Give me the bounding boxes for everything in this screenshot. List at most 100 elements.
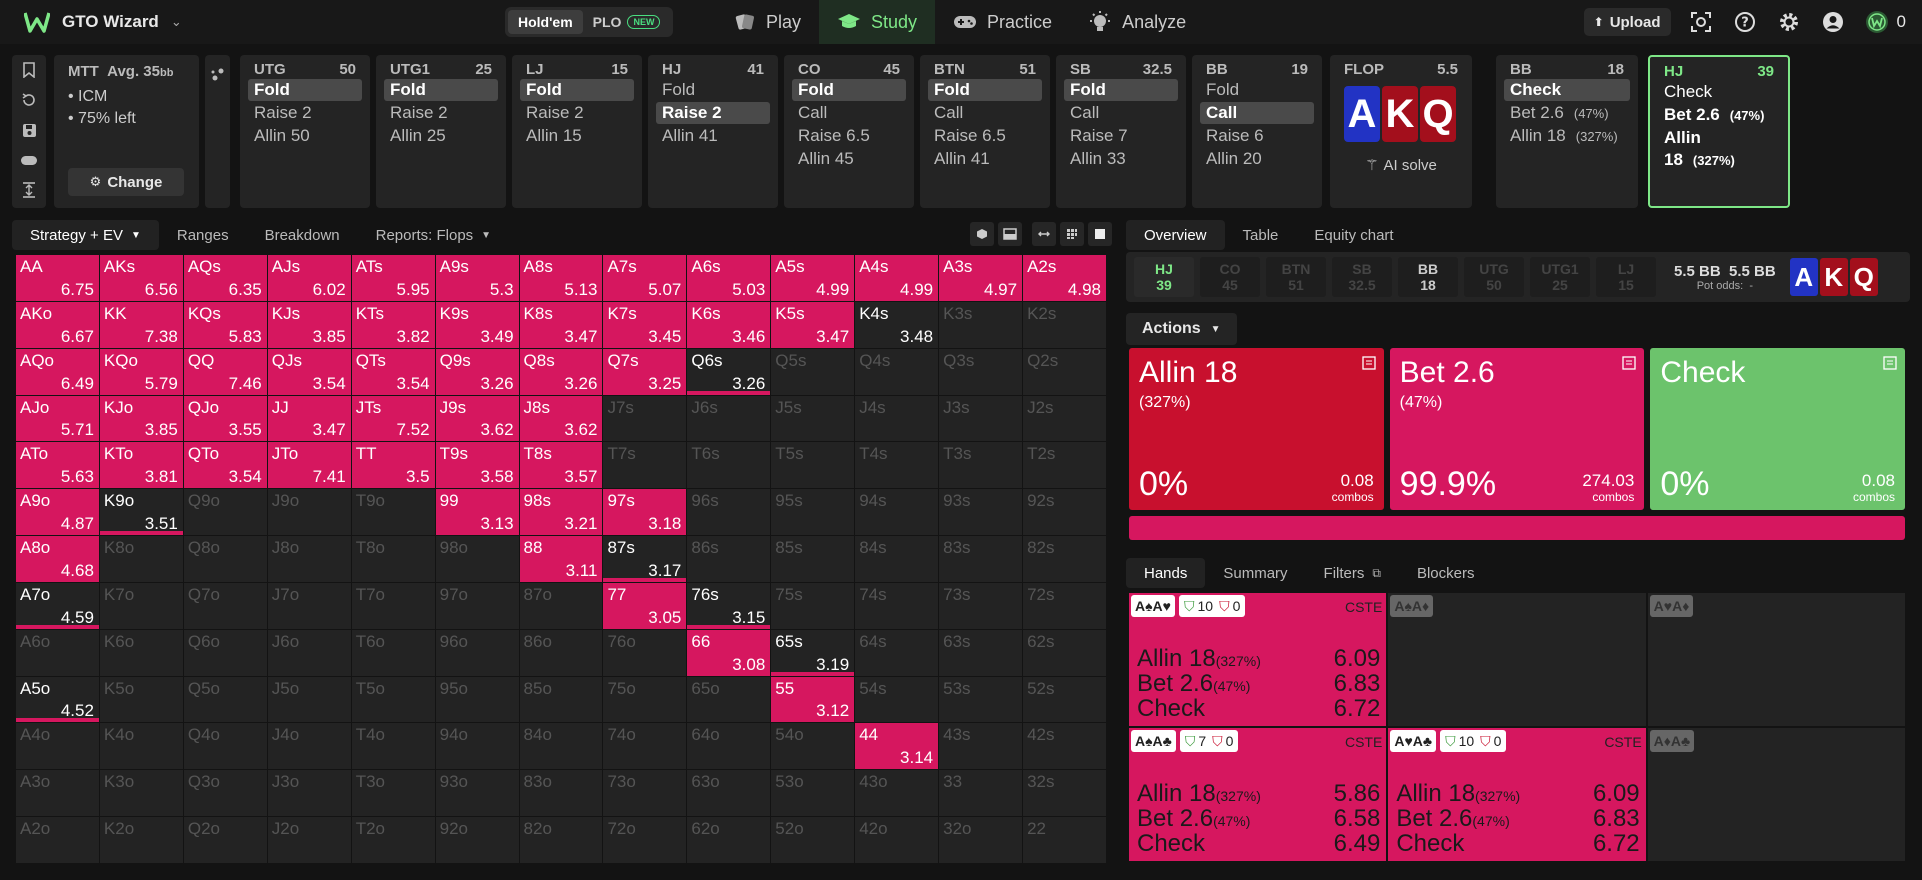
hand-cell[interactable]: AKo 6.67 <box>16 301 99 348</box>
seat-action[interactable]: Raise 2 <box>384 102 498 124</box>
position-chip-utg1[interactable]: UTG1 25 <box>1530 257 1590 297</box>
hand-cell[interactable]: Q7s 3.25 <box>603 348 687 395</box>
seat-action[interactable]: Fold <box>384 79 498 101</box>
hand-cell[interactable]: QQ 7.46 <box>183 348 267 395</box>
nav-analyze[interactable]: Analyze <box>1070 0 1204 44</box>
notes-icon[interactable] <box>1622 356 1636 375</box>
hand-cell[interactable]: 43o <box>855 770 939 817</box>
hand-cell[interactable]: A9s 5.3 <box>435 255 519 301</box>
hand-cell[interactable]: 74s <box>855 582 939 629</box>
hand-cell[interactable]: 74o <box>603 723 687 770</box>
hand-cell[interactable]: AA 6.75 <box>16 255 99 301</box>
seat-action[interactable]: Fold <box>248 79 362 101</box>
hand-cell[interactable]: 42s <box>1023 723 1106 770</box>
hand-cell[interactable]: AJs 6.02 <box>267 255 351 301</box>
seat-action[interactable]: Raise 6 <box>1200 125 1314 147</box>
hand-cell[interactable]: J5o <box>267 676 351 723</box>
hand-cell[interactable]: T7o <box>351 582 435 629</box>
hand-cell[interactable]: 63s <box>939 629 1023 676</box>
hand-cell[interactable]: J3s <box>939 395 1023 442</box>
hand-cell[interactable]: Q2s <box>1023 348 1106 395</box>
seat-action[interactable]: Call <box>1200 102 1314 124</box>
hand-cell[interactable]: K5o <box>99 676 183 723</box>
hand-cell[interactable]: T9s 3.58 <box>435 442 519 489</box>
tab-blockers[interactable]: Blockers <box>1399 558 1493 588</box>
change-button[interactable]: ⚙ Change <box>68 168 184 196</box>
hand-cell[interactable]: 97s 3.18 <box>603 489 687 536</box>
hand-cell[interactable]: 77 3.05 <box>603 582 687 629</box>
hand-cell[interactable]: A7s 5.07 <box>603 255 687 301</box>
notes-icon[interactable] <box>1883 356 1897 375</box>
hand-cell[interactable]: 95s <box>771 489 855 536</box>
hand-cell[interactable]: 33 <box>939 770 1023 817</box>
hand-cell[interactable]: K4o <box>99 723 183 770</box>
hand-cell[interactable]: T2s <box>1023 442 1106 489</box>
seat-action[interactable]: Call <box>928 102 1042 124</box>
hand-cell[interactable]: 66 3.08 <box>687 629 771 676</box>
seat-action[interactable]: Allin 45 <box>792 148 906 170</box>
hand-cell[interactable]: 86o <box>519 629 603 676</box>
tab-breakdown[interactable]: Breakdown <box>247 220 358 250</box>
hand-cell[interactable]: T8o <box>351 536 435 582</box>
tab-equity-chart[interactable]: Equity chart <box>1296 220 1411 250</box>
tab-table[interactable]: Table <box>1225 220 1297 250</box>
plo-option[interactable]: PLO NEW <box>583 10 671 34</box>
tab-ranges[interactable]: Ranges <box>159 220 247 250</box>
hand-cell[interactable]: J9o <box>267 489 351 536</box>
hand-cell[interactable]: A9o 4.87 <box>16 489 99 536</box>
position-chip-utg[interactable]: UTG 50 <box>1464 257 1524 297</box>
hand-cell[interactable]: Q8o <box>183 536 267 582</box>
seat-action[interactable]: Raise 2 <box>656 102 770 124</box>
hand-cell[interactable]: 82s <box>1023 536 1106 582</box>
seat-action-bet[interactable]: Bet 2.6 (47%) <box>1504 102 1630 124</box>
bookmark-icon[interactable] <box>12 55 46 85</box>
hand-cell[interactable]: 54s <box>855 676 939 723</box>
seat-action[interactable]: Allin 41 <box>656 125 770 147</box>
hand-cell[interactable]: JTo 7.41 <box>267 442 351 489</box>
hand-cell[interactable]: 87o <box>519 582 603 629</box>
split-view-icon[interactable] <box>998 222 1022 246</box>
link-icon[interactable] <box>205 55 230 208</box>
seat-action[interactable]: Raise 2 <box>248 102 362 124</box>
position-chip-btn[interactable]: BTN 51 <box>1266 257 1326 297</box>
reset-icon[interactable] <box>12 85 46 115</box>
hand-cell[interactable]: K5s 3.47 <box>771 301 855 348</box>
tab-overview[interactable]: Overview <box>1126 220 1225 250</box>
hand-cell[interactable]: 87s 3.17 <box>603 536 687 582</box>
seat-action[interactable]: Allin 41 <box>928 148 1042 170</box>
action-card-allin[interactable]: Allin 18 (327%) 0% 0.08 combos <box>1129 348 1384 510</box>
hand-cell[interactable]: T4s <box>855 442 939 489</box>
hand-cell[interactable]: T5o <box>351 676 435 723</box>
hand-cell[interactable]: 98s 3.21 <box>519 489 603 536</box>
hand-cell[interactable]: K3s <box>939 301 1023 348</box>
tab-reports[interactable]: Reports: Flops ▼ <box>358 220 509 250</box>
hand-cell[interactable]: 83s <box>939 536 1023 582</box>
hand-cell[interactable]: 72s <box>1023 582 1106 629</box>
hand-cell[interactable]: KTs 3.82 <box>351 301 435 348</box>
actions-dropdown[interactable]: Actions ▼ <box>1126 313 1237 345</box>
hand-cell[interactable]: T6s <box>687 442 771 489</box>
hand-cell[interactable]: KJs 3.85 <box>267 301 351 348</box>
hand-cell[interactable]: K8s 3.47 <box>519 301 603 348</box>
action-card-bet[interactable]: Bet 2.6 (47%) 99.9% 274.03 combos <box>1389 348 1645 510</box>
hand-cell[interactable]: 76o <box>603 629 687 676</box>
hand-cell[interactable]: 75s <box>771 582 855 629</box>
hand-cell[interactable]: 53o <box>771 770 855 817</box>
hand-cell[interactable]: Q5s <box>771 348 855 395</box>
hand-cell[interactable]: 85o <box>519 676 603 723</box>
hand-cell[interactable]: 62s <box>1023 629 1106 676</box>
hand-cell[interactable]: 94s <box>855 489 939 536</box>
hand-cell[interactable]: 82o <box>519 817 603 863</box>
hand-cell[interactable]: 54o <box>771 723 855 770</box>
hand-cell[interactable]: AJo 5.71 <box>16 395 99 442</box>
seat-action[interactable]: Raise 6.5 <box>792 125 906 147</box>
hand-cell[interactable]: Q6o <box>183 629 267 676</box>
seat-action-check[interactable]: Check <box>1504 79 1630 101</box>
hand-cell[interactable]: 96o <box>435 629 519 676</box>
seat-action-check[interactable]: Check <box>1658 81 1780 103</box>
user-icon[interactable] <box>1821 10 1845 34</box>
hand-cell[interactable]: 84o <box>519 723 603 770</box>
hand-cell[interactable]: 32o <box>939 817 1023 863</box>
hand-cell[interactable]: 64s <box>855 629 939 676</box>
hand-cell[interactable]: A2s 4.98 <box>1023 255 1106 301</box>
